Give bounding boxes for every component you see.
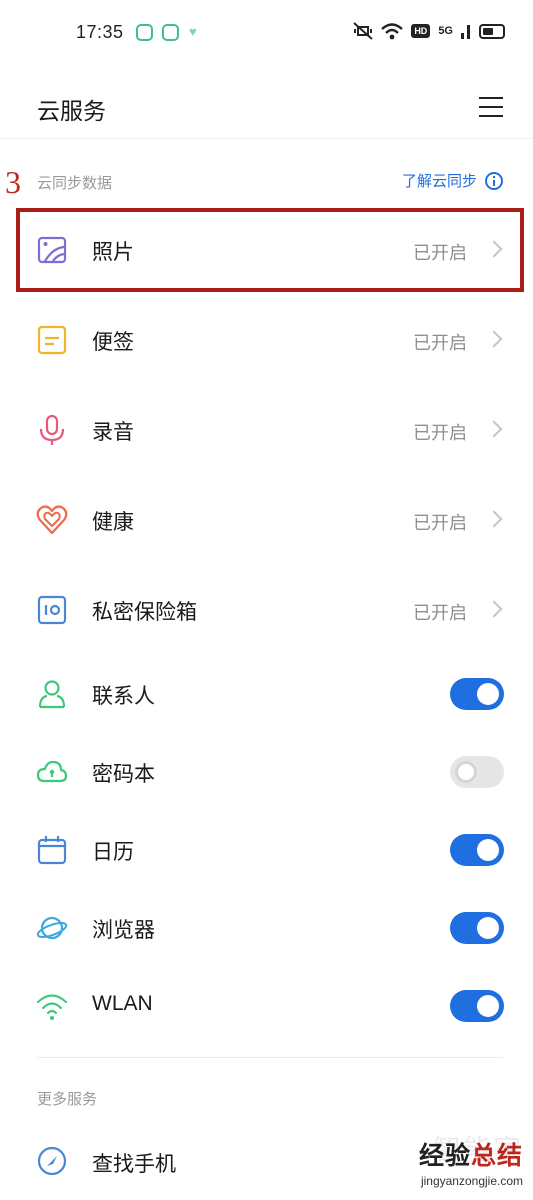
signal-icon	[461, 25, 470, 39]
sync-item-status: 已开启	[413, 603, 467, 623]
hd-badge: HD	[411, 24, 431, 38]
note-icon	[37, 325, 67, 355]
sync-item-status: 已开启	[413, 423, 467, 443]
chevron-right-icon	[485, 510, 503, 528]
microphone-icon	[39, 414, 65, 445]
battery-icon	[479, 23, 505, 39]
heart-icon	[36, 505, 68, 535]
cloud-lock-icon	[36, 760, 68, 783]
sync-item-status: 已开启	[413, 513, 467, 533]
sync-item-label: 日历	[92, 841, 134, 864]
sync-item-passwords[interactable]: 密码本	[0, 733, 533, 811]
person-icon	[38, 680, 66, 709]
status-indicators: HD 5G	[353, 22, 505, 40]
passwords-toggle[interactable]	[450, 756, 504, 788]
sync-item-label: 录音	[92, 421, 134, 444]
contacts-toggle[interactable]	[450, 678, 504, 710]
sync-item-label: 便签	[92, 331, 134, 354]
status-time: 17:35	[76, 22, 124, 42]
network-indicator: 5G	[438, 25, 453, 37]
app-header: 云服务	[0, 70, 533, 140]
app-notification-icon	[136, 24, 153, 41]
section-title: 云同步数据	[37, 175, 113, 192]
chevron-right-icon	[485, 420, 503, 438]
compass-icon	[37, 1146, 67, 1176]
status-bar: 17:35 ♥ HD 5G	[0, 0, 533, 70]
sync-item-label: WLAN	[92, 992, 153, 1015]
chevron-right-icon	[485, 330, 503, 348]
menu-icon[interactable]	[479, 96, 503, 118]
calendar-toggle[interactable]	[450, 834, 504, 866]
sync-item-wlan[interactable]: WLAN	[0, 967, 533, 1045]
safe-icon	[37, 595, 67, 625]
learn-more-link[interactable]: 了解云同步	[402, 170, 503, 191]
header-divider	[0, 138, 533, 139]
section-title: 更多服务	[37, 1091, 98, 1108]
mute-vibrate-icon	[353, 22, 373, 40]
highlight-annotation	[16, 208, 524, 292]
chevron-right-icon	[485, 600, 503, 618]
sync-item-recordings[interactable]: 录音 已开启	[0, 385, 533, 475]
sync-item-private-safe[interactable]: 私密保险箱 已开启	[0, 565, 533, 655]
sync-item-label: 健康	[92, 511, 134, 534]
wlan-toggle[interactable]	[450, 990, 504, 1022]
sync-item-label: 密码本	[92, 763, 155, 786]
sync-item-label: 浏览器	[92, 919, 155, 942]
battery-level	[483, 27, 493, 35]
sync-item-health[interactable]: 健康 已开启	[0, 475, 533, 565]
app-notification-icon	[162, 24, 179, 41]
sync-item-label: 私密保险箱	[92, 601, 197, 624]
step-annotation: 3	[5, 164, 21, 200]
sync-item-contacts[interactable]: 联系人	[0, 655, 533, 733]
sync-item-label: 联系人	[92, 685, 155, 708]
sync-item-status: 已开启	[413, 333, 467, 353]
watermark-ghost-text: 智能家	[432, 1134, 523, 1165]
sync-item-calendar[interactable]: 日历	[0, 811, 533, 889]
watermark: 智能家 经验总结 jingyanzongjie.com	[419, 1134, 523, 1188]
wifi-status-icon	[381, 22, 404, 39]
sync-item-browser[interactable]: 浏览器	[0, 889, 533, 967]
watermark-url: jingyanzongjie.com	[420, 1174, 523, 1188]
page-title: 云服务	[37, 98, 106, 124]
heart-notification-icon: ♥	[189, 24, 197, 39]
learn-more-label: 了解云同步	[401, 173, 477, 190]
service-item-label: 查找手机	[92, 1153, 176, 1176]
browser-toggle[interactable]	[450, 912, 504, 944]
sync-item-notes[interactable]: 便签 已开启	[0, 295, 533, 385]
info-icon	[485, 171, 503, 190]
calendar-icon	[37, 836, 67, 865]
wifi-icon	[36, 994, 68, 1020]
planet-icon	[36, 916, 68, 940]
section-divider	[37, 1057, 503, 1058]
